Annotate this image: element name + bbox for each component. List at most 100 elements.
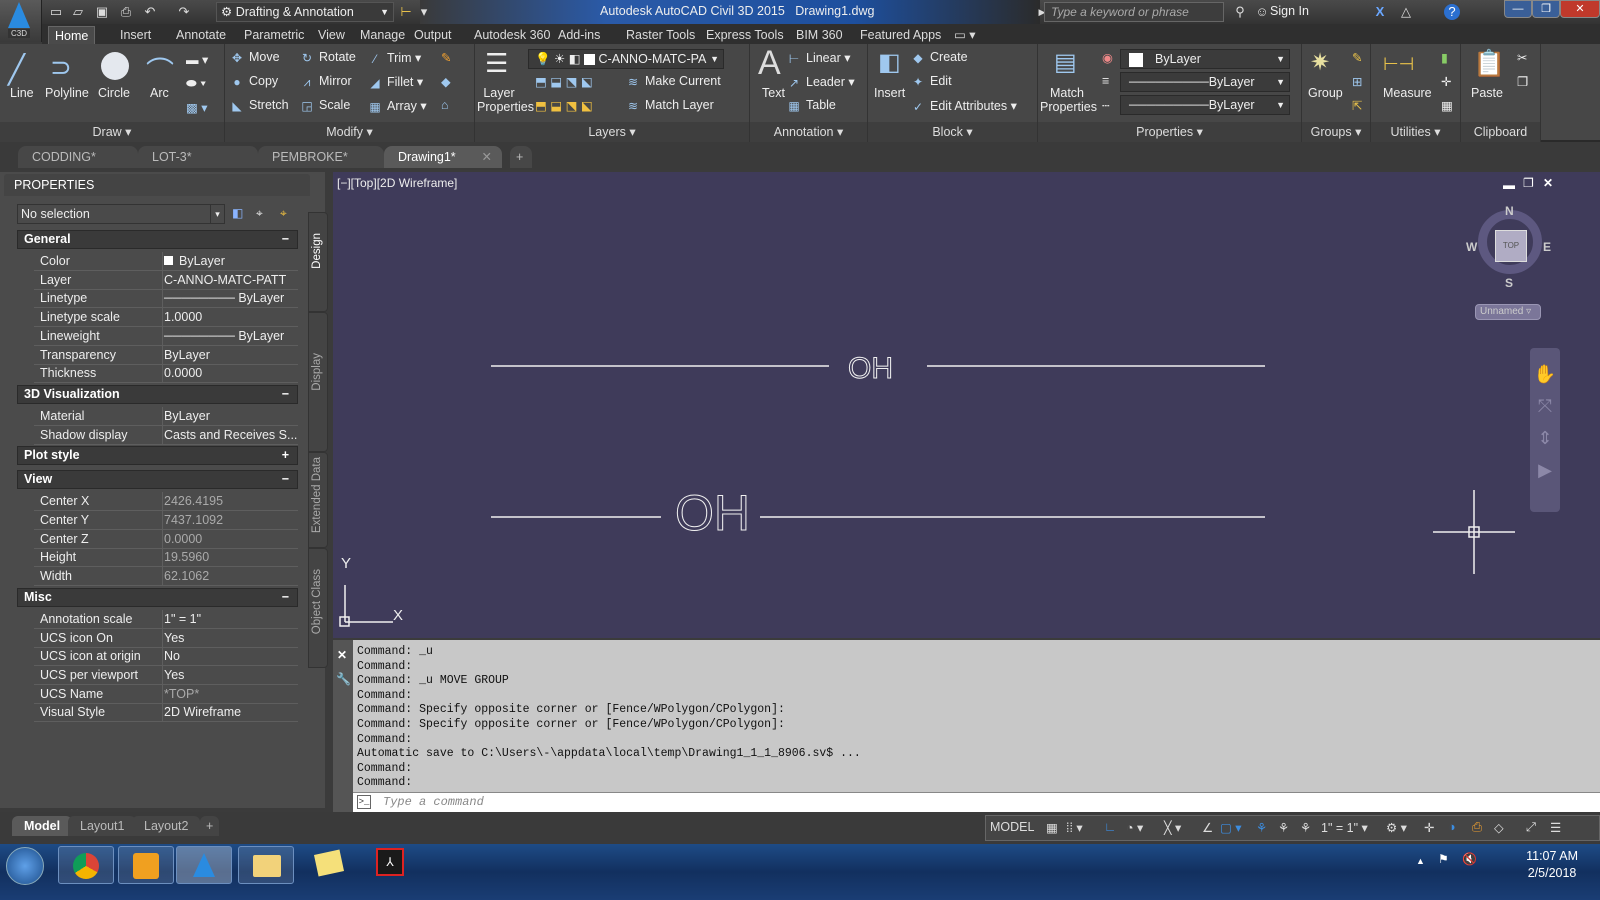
new-layout-button[interactable]: +	[200, 816, 220, 836]
clipboard-panel-title[interactable]: Clipboard	[1461, 122, 1540, 142]
ribbon-tab-featured-apps[interactable]: Featured Apps	[854, 26, 947, 44]
units-icon[interactable]: ◑	[1448, 820, 1456, 834]
redo-icon[interactable]: ↷	[176, 4, 192, 20]
circle-button[interactable]: Circle	[98, 86, 130, 100]
edit-attributes-button[interactable]: ✓ Edit Attributes ▾	[910, 98, 1017, 114]
fillet-button[interactable]: ◢ Fillet ▾	[367, 74, 423, 90]
property-row[interactable]: Linetype scale 1.0000	[34, 308, 298, 328]
match-properties-button[interactable]: Match Properties	[1040, 86, 1097, 114]
volume-muted-icon[interactable]: 🔇	[1462, 852, 1477, 866]
hatch-icon[interactable]: ▩ ▾	[186, 100, 208, 115]
move-button[interactable]: ✥ Move	[229, 50, 280, 65]
property-row[interactable]: Width 62.1062	[34, 567, 298, 587]
compass-west[interactable]: W	[1466, 240, 1477, 254]
property-row[interactable]: Center Z 0.0000	[34, 529, 298, 549]
new-file-icon[interactable]: ▭	[48, 4, 64, 20]
property-row[interactable]: Layer C-ANNO-MATC-PATT	[34, 270, 298, 290]
property-row[interactable]: Thickness 0.0000	[34, 364, 298, 384]
section-view[interactable]: View −	[17, 470, 298, 490]
restore-button[interactable]: ❐	[1532, 0, 1560, 18]
showmotion-icon[interactable]: ▶	[1530, 454, 1560, 486]
draw-panel-title[interactable]: Draw ▾	[0, 122, 224, 142]
trim-button[interactable]: ⁄ Trim ▾	[367, 50, 421, 66]
section-toggle-icon[interactable]: −	[282, 589, 289, 606]
polar-icon[interactable]: ◔ ▾	[1126, 820, 1143, 835]
object-snap-tracking-icon[interactable]: ∠	[1202, 820, 1213, 835]
ellipse-icon[interactable]: ⬬ ▾	[186, 76, 206, 91]
snap-icon[interactable]: ⁞⁞ ▾	[1066, 820, 1083, 835]
system-clock[interactable]: 11:07 AM 2/5/2018	[1526, 848, 1578, 882]
erase-icon[interactable]: ✎	[441, 50, 451, 65]
text-button[interactable]: Text	[762, 86, 785, 100]
acrobat-icon[interactable]: ⅄	[376, 848, 404, 876]
section-3d-visualization[interactable]: 3D Visualization −	[17, 384, 298, 404]
property-row[interactable]: Center X 2426.4195	[34, 492, 298, 512]
side-tab-object-class[interactable]: Object Class	[308, 548, 328, 668]
ribbon-tab-add-ins[interactable]: Add-ins	[552, 26, 606, 44]
table-button[interactable]: ▦ Table	[786, 98, 836, 113]
binoculars-icon[interactable]: ⚲	[1232, 4, 1248, 20]
property-row[interactable]: UCS icon at origin No	[34, 647, 298, 667]
customize-qa-icon[interactable]: ▾	[416, 4, 432, 20]
show-hidden-icons[interactable]: ▲	[1416, 856, 1425, 866]
layout-tab-layout2[interactable]: Layout2	[132, 816, 201, 836]
utilities-panel-title[interactable]: Utilities ▾	[1371, 122, 1460, 142]
orbit-icon[interactable]: ⇕	[1530, 422, 1560, 454]
compass-east[interactable]: E	[1543, 240, 1551, 254]
measure-button[interactable]: Measure	[1383, 86, 1432, 100]
linear-button[interactable]: ⊢ Linear ▾	[786, 50, 851, 66]
group-edit-icon[interactable]: ⊞	[1352, 74, 1362, 89]
section-general[interactable]: General −	[17, 230, 298, 249]
ucs-menu[interactable]: Unnamed ▿	[1475, 304, 1541, 320]
annotation-monitor-icon[interactable]: ✛	[1424, 820, 1434, 835]
help-icon[interactable]: ?	[1444, 4, 1460, 20]
layer-tools-row1-icons[interactable]: ⬒ ⬓ ⬔ ⬕	[535, 74, 593, 89]
sticky-notes-icon[interactable]	[313, 849, 345, 877]
a360-icon[interactable]: △	[1398, 4, 1414, 20]
file-tab-codding[interactable]: CODDING*	[18, 146, 138, 168]
section-plot-style[interactable]: Plot style +	[17, 446, 298, 466]
ribbon-tab-home[interactable]: Home	[48, 26, 96, 44]
ribbon-tab-manage[interactable]: Manage	[354, 26, 411, 44]
property-row[interactable]: Linetype ──────── ByLayer	[34, 289, 298, 309]
paste-button[interactable]: Paste	[1471, 86, 1503, 100]
explode-icon[interactable]: ◆	[441, 74, 451, 89]
compass-south[interactable]: S	[1505, 276, 1513, 290]
copy-clip-icon[interactable]: ❐	[1517, 74, 1528, 89]
zoom-extents-icon[interactable]: ⤧	[1530, 390, 1560, 422]
quick-select-icon[interactable]: ▮	[1441, 50, 1448, 65]
property-row[interactable]: Shadow display Casts and Receives S...	[34, 425, 298, 445]
layout-tab-model[interactable]: Model	[12, 816, 73, 836]
property-row[interactable]: Height 19.5960	[34, 548, 298, 568]
customization-menu-icon[interactable]: ☰	[1550, 820, 1561, 835]
isolate-objects-icon[interactable]: ◇	[1494, 820, 1504, 835]
color-dropdown[interactable]: ByLayer ▼	[1120, 49, 1290, 69]
calculator-icon[interactable]: ▦	[1441, 98, 1453, 113]
print-icon[interactable]: ⎙	[118, 4, 134, 20]
polyline-button[interactable]: Polyline	[45, 86, 89, 100]
file-tab-pembroke[interactable]: PEMBROKE*	[258, 146, 384, 168]
select-objects-icon[interactable]: ⌖	[256, 206, 263, 221]
property-row[interactable]: Color ByLayer	[34, 252, 298, 271]
ortho-icon[interactable]: ∟	[1104, 820, 1116, 834]
quick-properties-icon[interactable]: ⎙	[1472, 820, 1482, 835]
annotation-visibility-icon[interactable]: ⚘	[1256, 820, 1267, 835]
layer-dropdown[interactable]: 💡 ☀ ◧ C-ANNO-MATC-PA ▼	[528, 49, 724, 69]
customize-icon[interactable]: 🔧	[336, 672, 351, 686]
ribbon-tab-bim-360[interactable]: BIM 360	[790, 26, 849, 44]
modify-panel-title[interactable]: Modify ▾	[225, 122, 474, 142]
insert-button[interactable]: Insert	[874, 86, 905, 100]
make-current-button[interactable]: ≋ Make Current	[625, 74, 721, 89]
property-row[interactable]: Lineweight ──────── ByLayer	[34, 326, 298, 346]
ribbon-tab-parametric[interactable]: Parametric	[238, 26, 310, 44]
file-tab-lot-3[interactable]: LOT-3*	[138, 146, 258, 168]
quick-select-icon[interactable]: ⌖	[280, 206, 287, 221]
auto-scale-icon[interactable]: ⚘	[1278, 820, 1289, 835]
section-toggle-icon[interactable]: −	[282, 386, 289, 403]
undo-icon[interactable]: ↶	[142, 4, 158, 20]
ribbon-tab-insert[interactable]: Insert	[114, 26, 157, 44]
isodraft-icon[interactable]: ╳ ▾	[1164, 820, 1181, 835]
cut-icon[interactable]: ✂	[1517, 50, 1527, 65]
edit-block-button[interactable]: ✦ Edit	[910, 74, 952, 89]
section-toggle-icon[interactable]: −	[282, 231, 289, 248]
